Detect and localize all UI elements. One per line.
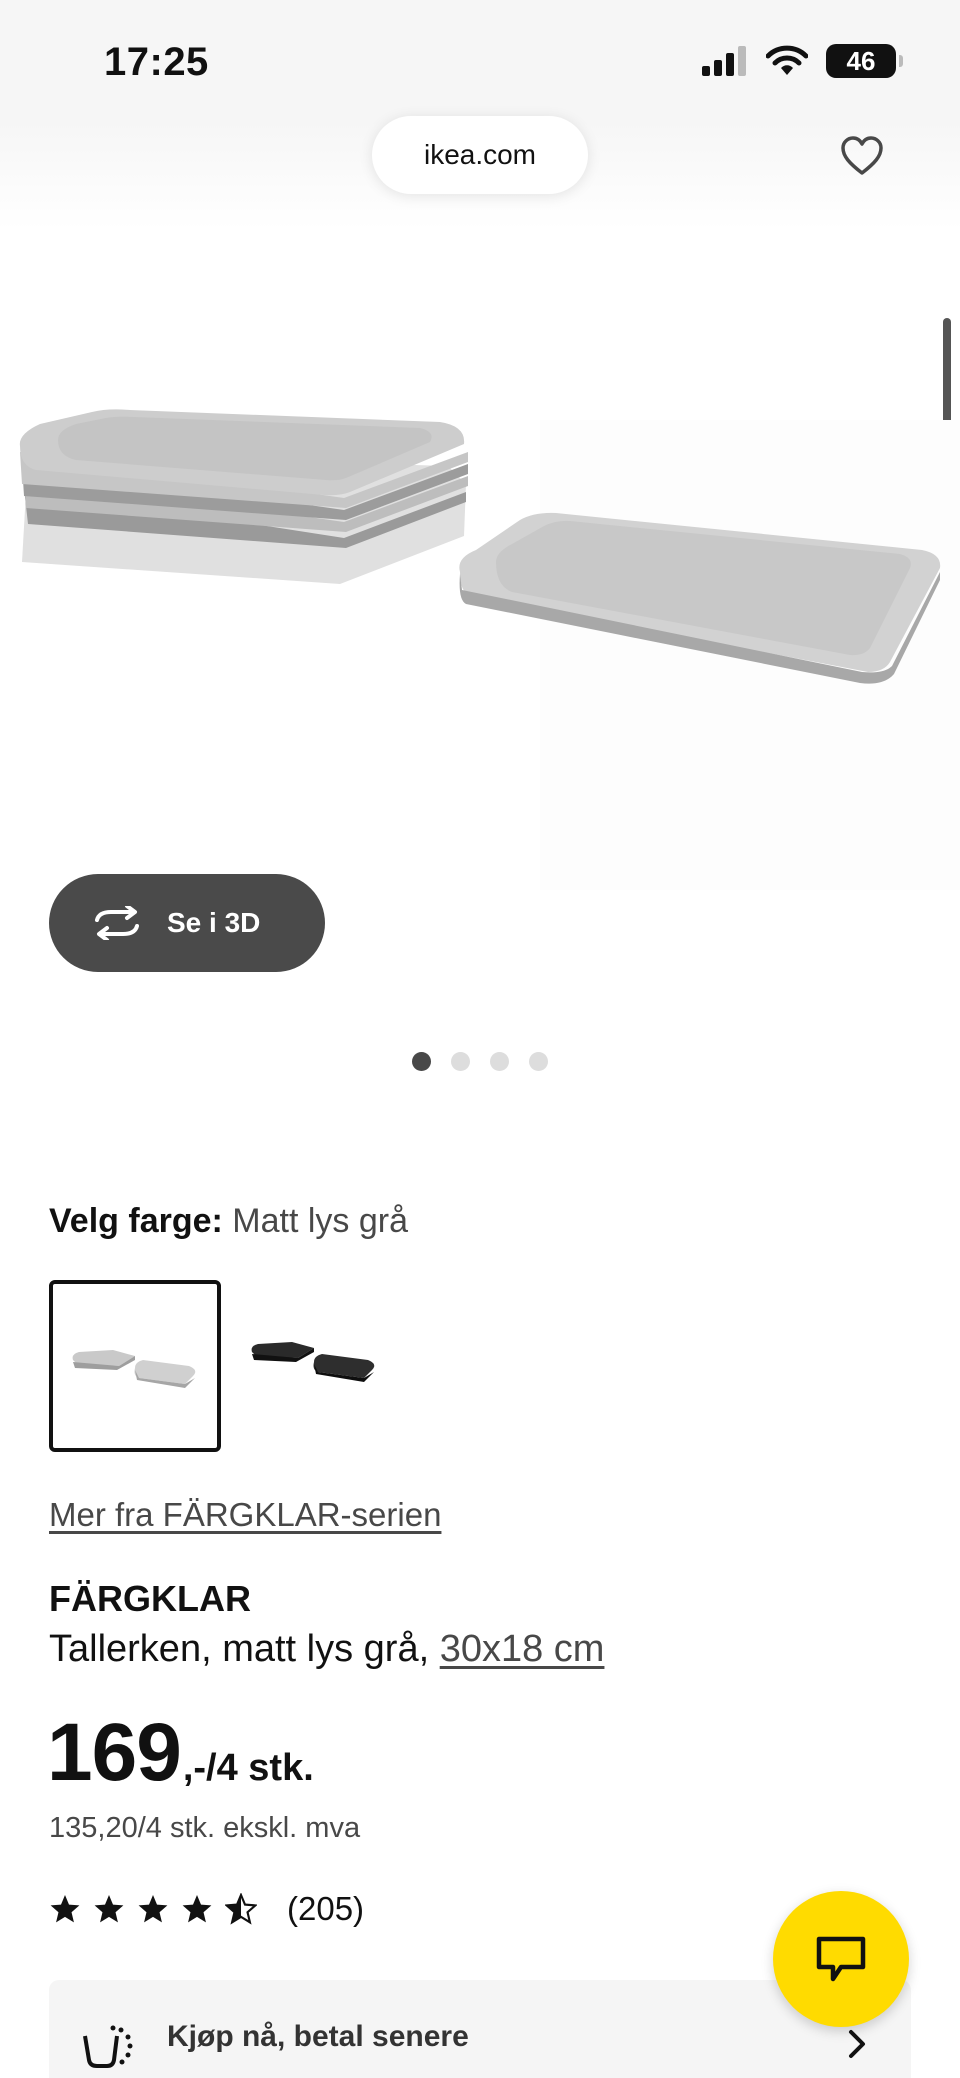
star-icon (182, 1895, 212, 1923)
bnpl-label: Kjøp nå, betal senere (167, 2020, 469, 2053)
wifi-icon (766, 45, 808, 75)
chevron-right-icon (849, 2030, 865, 2058)
rotate-3d-icon (95, 906, 139, 940)
half-star-icon (225, 1893, 257, 1925)
view-3d-button[interactable]: Se i 3D (49, 874, 325, 972)
product-size-link[interactable]: 30x18 cm (440, 1628, 605, 1670)
color-swatch-black[interactable] (236, 1280, 408, 1452)
pagination-dot-1[interactable] (412, 1052, 431, 1071)
product-image[interactable] (0, 300, 960, 890)
chat-button[interactable] (773, 1891, 909, 2027)
product-name: FÄRGKLAR (49, 1578, 251, 1619)
buy-now-pay-later-row[interactable]: Kjøp nå, betal senere (49, 1980, 911, 2078)
product-description: Tallerken, matt lys grå, 30x18 cm (49, 1628, 604, 1671)
gallery-pagination (412, 1052, 548, 1071)
color-selector-heading: Velg farge: Matt lys grå (49, 1202, 408, 1241)
pagination-dot-2[interactable] (451, 1052, 470, 1071)
light-grey-plates-thumbnail (72, 1350, 196, 1388)
black-plates-thumbnail (251, 1342, 375, 1382)
product-description-text: Tallerken, matt lys grå, (49, 1628, 430, 1670)
status-bar: 17:25 46 (0, 0, 960, 120)
pagination-dot-4[interactable] (529, 1052, 548, 1071)
product-rating[interactable]: (205) (49, 1890, 364, 1928)
price-amount: 169 (47, 1707, 182, 1798)
battery-icon: 46 (826, 44, 903, 78)
rating-stars (49, 1893, 257, 1925)
chat-icon (816, 1936, 866, 1982)
pagination-dot-3[interactable] (490, 1052, 509, 1071)
view-3d-label: Se i 3D (167, 907, 261, 938)
color-selected-value: Matt lys grå (232, 1202, 409, 1240)
heart-icon (841, 136, 883, 175)
star-icon (50, 1895, 80, 1923)
rating-count: (205) (287, 1890, 365, 1927)
star-icon (138, 1895, 168, 1923)
wishlist-button[interactable] (836, 130, 888, 182)
installment-icon (83, 2025, 133, 2068)
price-suffix: ,-/4 stk. (182, 1747, 314, 1789)
star-icon (94, 1895, 124, 1923)
color-swatch-light-grey[interactable] (49, 1280, 221, 1452)
status-time: 17:25 (104, 40, 209, 84)
color-label: Velg farge: (49, 1202, 223, 1240)
status-icons: 46 (702, 44, 903, 78)
url-bar[interactable]: ikea.com (372, 116, 588, 194)
signal-icon (702, 46, 746, 76)
price-ex-vat: 135,20/4 stk. ekskl. mva (49, 1812, 361, 1844)
product-price: 169 ,-/4 stk. (47, 1706, 314, 1800)
series-link[interactable]: Mer fra FÄRGKLAR-serien (49, 1496, 441, 1534)
